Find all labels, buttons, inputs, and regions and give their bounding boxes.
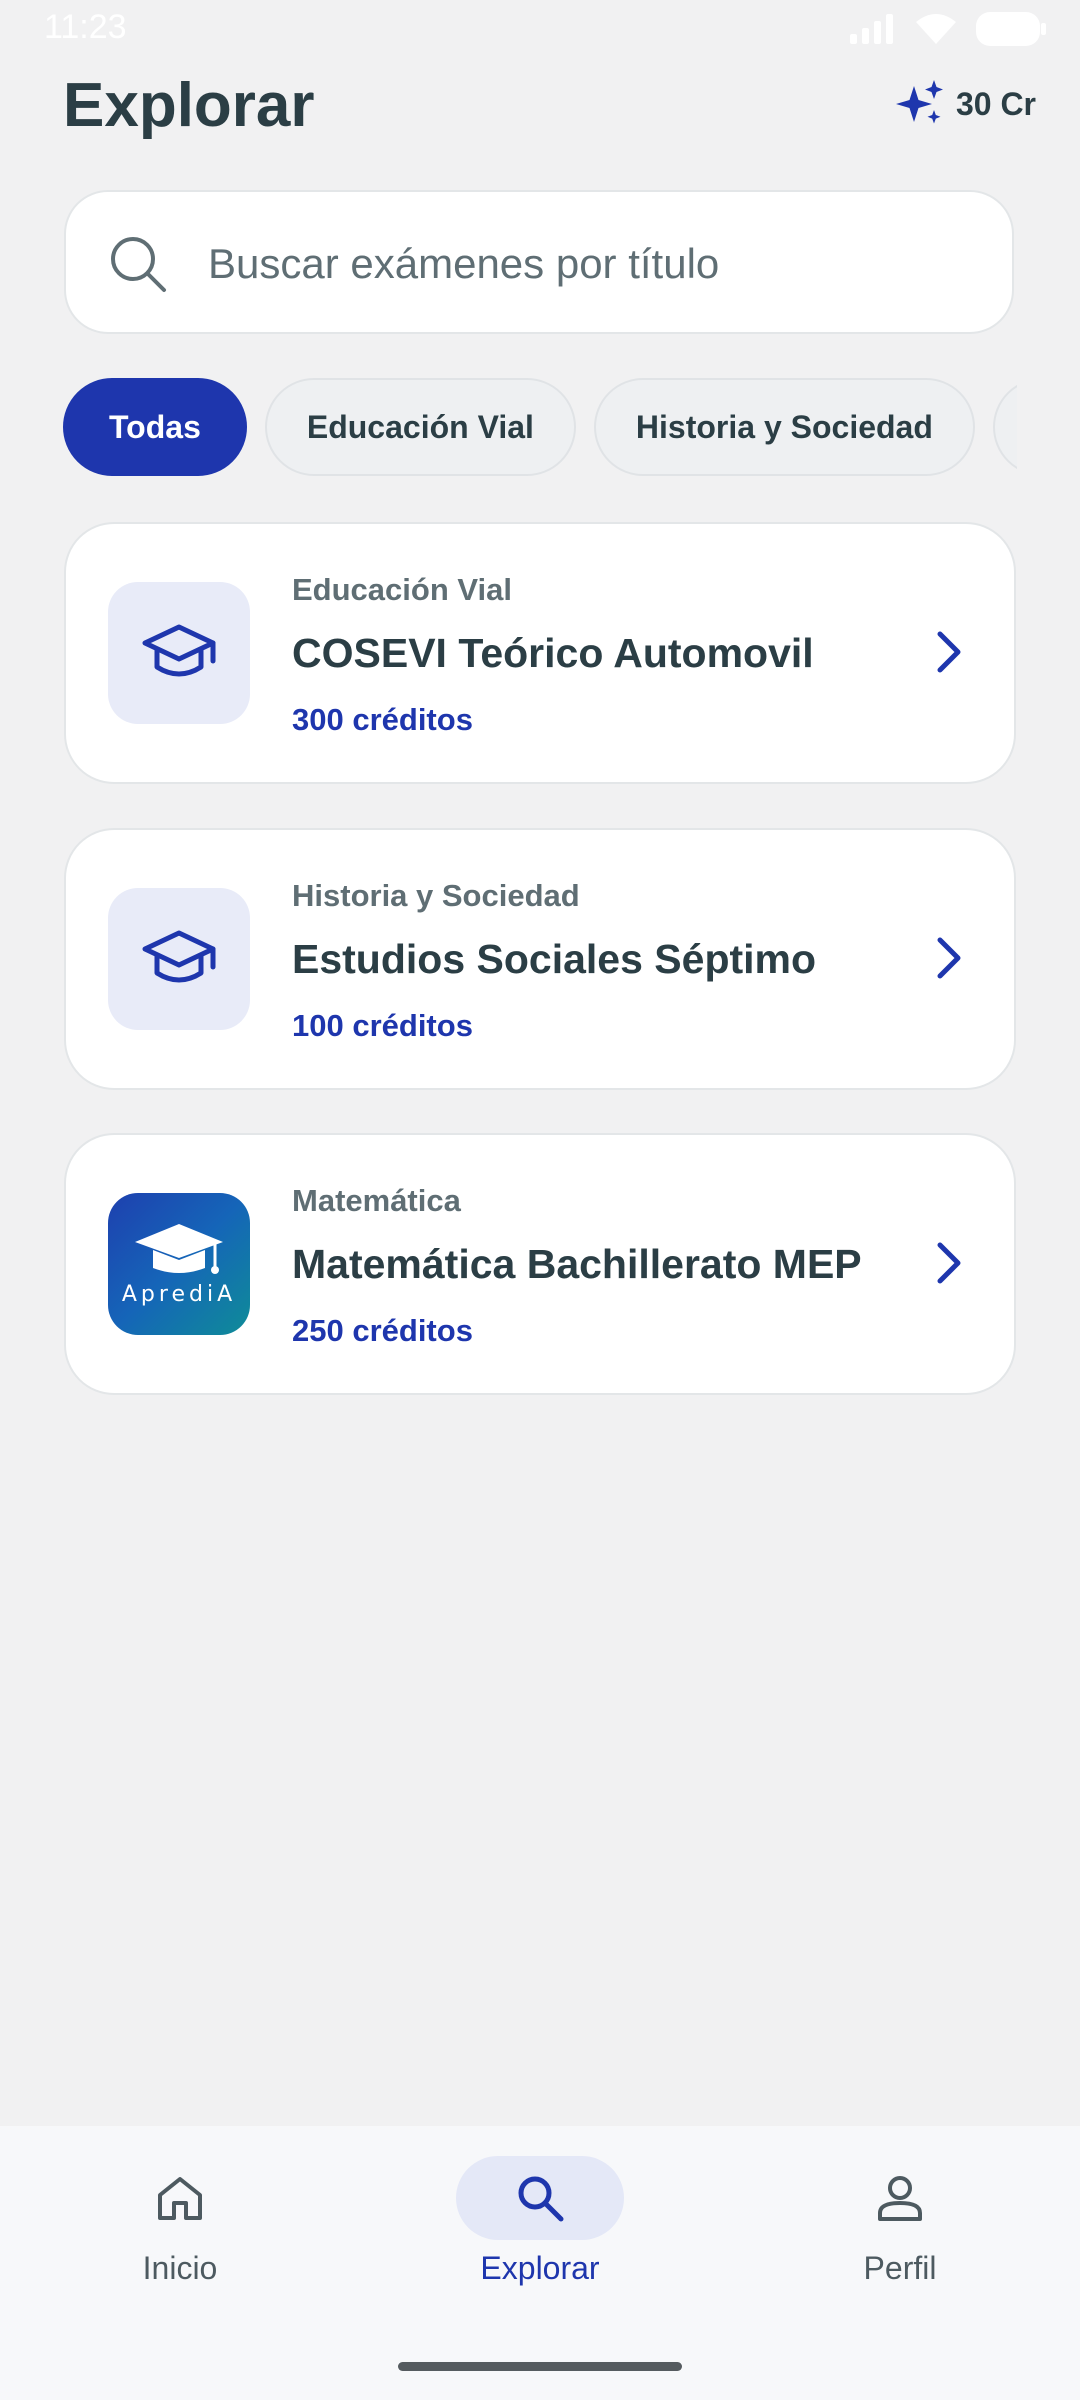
nav-item-inicio[interactable]: Inicio (60, 2156, 300, 2306)
graduation-cap-icon (142, 930, 216, 983)
logo-text: AprediA (121, 1281, 237, 1307)
exam-card[interactable]: Historia y Sociedad Estudios Sociales Sé… (64, 828, 1016, 1090)
status-icons (850, 12, 1046, 46)
exam-category: Historia y Sociedad (292, 878, 580, 913)
exam-price: 100 créditos (292, 1008, 473, 1043)
chevron-right-icon (937, 631, 961, 673)
chip-matematica[interactable]: M (992, 378, 1017, 476)
filter-chips: Todas Educación Vial Historia y Sociedad… (63, 378, 1017, 480)
apredia-logo: AprediA (108, 1193, 250, 1335)
chip-historia-sociedad[interactable]: Historia y Sociedad (593, 378, 975, 476)
sparkles-icon (895, 80, 943, 124)
bottom-nav: Inicio Explorar Perfil (0, 2126, 1080, 2400)
exam-category: Educación Vial (292, 572, 512, 607)
exam-title: Estudios Sociales Séptimo (292, 936, 817, 982)
home-icon (158, 2177, 202, 2220)
chevron-right-icon (937, 937, 961, 979)
exam-title: COSEVI Teórico Automovil (292, 630, 814, 676)
chip-educacion-vial[interactable]: Educación Vial (264, 378, 576, 476)
header: Explorar 30 Cr (0, 60, 1080, 160)
exam-category: Matemática (292, 1183, 461, 1218)
exam-price: 250 créditos (292, 1313, 473, 1348)
wifi-icon (916, 14, 956, 44)
mortarboard-icon (135, 1223, 223, 1274)
nav-pill-active (456, 2156, 624, 2240)
graduation-cap-icon (142, 624, 216, 677)
exam-card[interactable]: AprediA Matemática Matemática Bachillera… (64, 1133, 1016, 1395)
credits-text: 30 Cr (955, 85, 1036, 122)
credits-badge[interactable]: 30 Cr (894, 78, 1036, 130)
exam-thumbnail (108, 888, 250, 1030)
nav-label-explorar: Explorar (480, 2250, 600, 2286)
nav-pill (96, 2156, 264, 2240)
search-icon (111, 237, 166, 292)
nav-item-perfil[interactable]: Perfil (780, 2156, 1020, 2306)
exam-title: Matemática Bachillerato MEP (292, 1241, 862, 1287)
exam-card[interactable]: Educación Vial COSEVI Teórico Automovil … (64, 522, 1016, 784)
person-icon (878, 2176, 922, 2221)
chip-todas[interactable]: Todas (63, 378, 247, 476)
nav-label-inicio: Inicio (142, 2250, 218, 2286)
search-icon (518, 2176, 564, 2222)
exam-thumbnail (108, 582, 250, 724)
exam-price: 300 créditos (292, 702, 473, 737)
status-bar: 11:23 (0, 0, 1080, 60)
chevron-right-icon (937, 1242, 961, 1284)
page-title: Explorar (63, 71, 315, 140)
nav-pill (816, 2156, 984, 2240)
search-placeholder: Buscar exámenes por título (208, 240, 720, 287)
nav-item-explorar[interactable]: Explorar (420, 2156, 660, 2306)
battery-icon (976, 12, 1046, 46)
nav-label-perfil: Perfil (863, 2250, 937, 2286)
search-input[interactable]: Buscar exámenes por título (64, 190, 1014, 334)
signal-icon (850, 14, 893, 44)
home-indicator[interactable] (398, 2362, 682, 2371)
status-time: 11:23 (44, 8, 127, 46)
